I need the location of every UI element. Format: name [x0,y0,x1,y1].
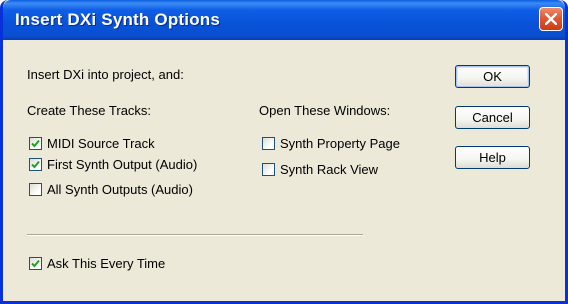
ok-button[interactable]: OK [455,65,530,88]
close-icon [545,13,557,25]
all-synth-outputs-label: All Synth Outputs (Audio) [47,181,193,197]
open-windows-heading: Open These Windows: [259,103,391,118]
intro-label: Insert DXi into project, and: [27,67,184,82]
checkmark-icon [31,259,40,267]
all-synth-outputs-option[interactable]: All Synth Outputs (Audio) [29,181,193,197]
all-synth-outputs-checkbox[interactable] [29,182,42,196]
ask-every-time-option[interactable]: Ask This Every Time [29,255,165,271]
synth-property-page-label: Synth Property Page [280,135,400,151]
synth-rack-view-label: Synth Rack View [280,161,379,177]
ask-every-time-checkbox[interactable] [29,256,42,270]
separator-line [27,234,363,236]
ask-every-time-label: Ask This Every Time [47,255,166,271]
dialog-body: Insert DXi into project, and: Create The… [3,40,565,301]
dialog-title: Insert DXi Synth Options [15,10,221,29]
synth-property-page-checkbox[interactable] [262,136,275,150]
first-synth-output-label: First Synth Output (Audio) [47,156,198,172]
first-synth-output-checkbox[interactable] [29,157,42,171]
close-button[interactable] [539,7,563,31]
midi-source-track-checkbox[interactable] [29,136,42,150]
checkmark-icon [31,160,40,168]
first-synth-output-option[interactable]: First Synth Output (Audio) [29,156,197,172]
midi-source-track-option[interactable]: MIDI Source Track [29,135,155,151]
checkmark-icon [31,139,40,147]
insert-dxi-synth-options-dialog: Insert DXi Synth Options Insert DXi into… [0,0,568,304]
help-button[interactable]: Help [455,146,530,169]
synth-rack-view-checkbox[interactable] [262,162,275,176]
synth-property-page-option[interactable]: Synth Property Page [262,135,400,151]
cancel-button[interactable]: Cancel [455,106,530,129]
synth-rack-view-option[interactable]: Synth Rack View [262,161,378,177]
title-bar[interactable]: Insert DXi Synth Options [3,0,565,40]
create-tracks-heading: Create These Tracks: [27,103,152,118]
midi-source-track-label: MIDI Source Track [47,135,155,151]
